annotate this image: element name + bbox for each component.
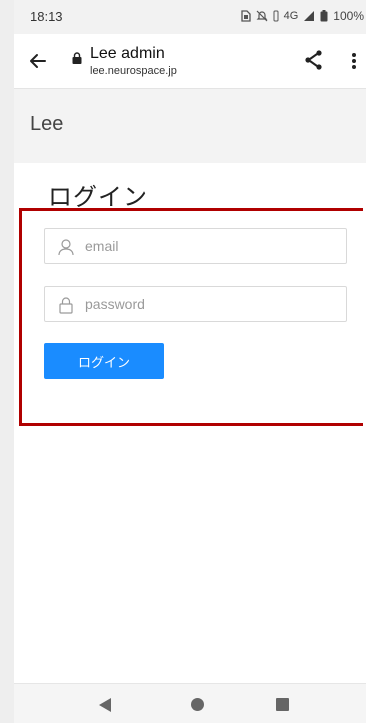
- nav-back-icon[interactable]: [99, 698, 111, 712]
- status-bar: 18:13 4G 100%: [14, 0, 366, 34]
- phone-screen: 18:13 4G 100% Lee admin lee.neurospace.j…: [0, 0, 366, 723]
- email-input[interactable]: [85, 229, 340, 263]
- sim-icon: [240, 10, 251, 22]
- app-header: Lee: [14, 89, 366, 163]
- network-type: 4G: [283, 10, 299, 22]
- password-input[interactable]: [85, 287, 340, 321]
- signal-icon: [304, 11, 315, 21]
- left-gutter: [0, 0, 14, 723]
- page-title-url[interactable]: Lee admin: [90, 45, 165, 63]
- vibrate-icon: [273, 10, 279, 22]
- lock-icon: [72, 52, 82, 64]
- login-button[interactable]: ログイン: [44, 343, 164, 379]
- lock-field-icon: [59, 297, 73, 314]
- app-brand[interactable]: Lee: [30, 113, 63, 136]
- url-host[interactable]: lee.neurospace.jp: [90, 65, 177, 77]
- status-time: 18:13: [30, 9, 63, 24]
- more-vert-icon[interactable]: [348, 49, 360, 73]
- nav-home-icon[interactable]: [191, 698, 204, 711]
- status-icons: 4G 100%: [240, 9, 364, 23]
- nav-recents-icon[interactable]: [276, 698, 289, 711]
- battery-level: 100%: [333, 9, 364, 23]
- battery-icon: [320, 10, 328, 22]
- login-title: ログイン: [48, 184, 148, 211]
- password-field-group: [44, 286, 347, 322]
- browser-toolbar: Lee admin lee.neurospace.jp: [14, 34, 366, 89]
- back-arrow-icon[interactable]: [26, 49, 50, 73]
- user-icon: [58, 239, 74, 256]
- system-nav-bar: [14, 683, 366, 723]
- share-icon[interactable]: [302, 48, 326, 72]
- mute-icon: [256, 10, 268, 22]
- email-field-group: [44, 228, 347, 264]
